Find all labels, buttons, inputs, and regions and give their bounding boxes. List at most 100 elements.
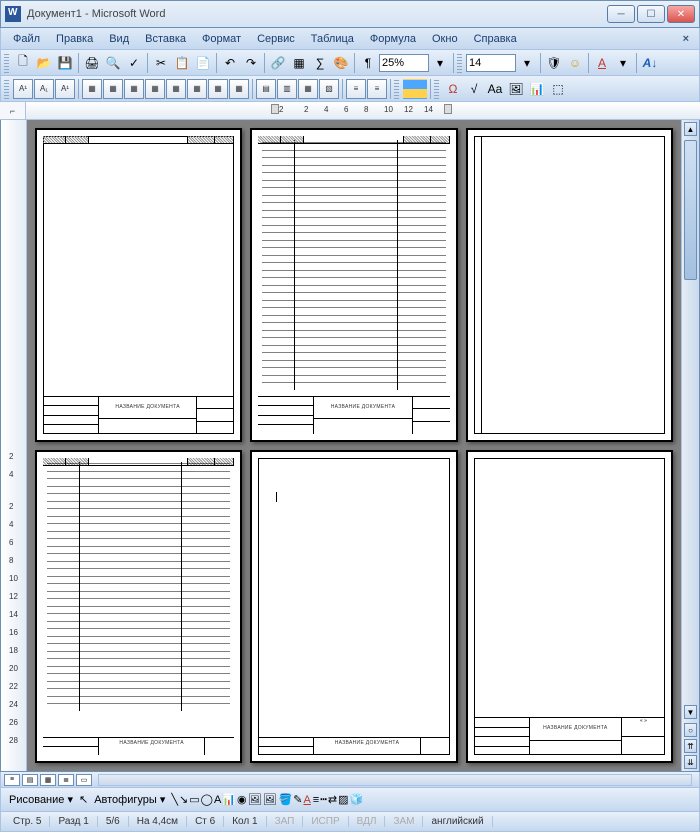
flag-icon[interactable] xyxy=(403,79,427,99)
toolbar-grip[interactable] xyxy=(394,79,399,99)
toolbar-grip[interactable] xyxy=(457,53,462,73)
toolbar-grip[interactable] xyxy=(434,79,439,99)
oval-icon[interactable]: ◯ xyxy=(201,793,213,806)
picture-icon[interactable]: 🖼 xyxy=(506,79,526,99)
dash-style-icon[interactable]: ┅ xyxy=(320,793,327,806)
open-icon[interactable]: 📂 xyxy=(34,53,54,73)
select-arrow-icon[interactable]: ↖ xyxy=(79,793,88,806)
print-icon[interactable]: 🖨 xyxy=(82,53,102,73)
paste-icon[interactable]: 📄 xyxy=(193,53,213,73)
menu-view[interactable]: Вид xyxy=(101,31,137,47)
menu-window[interactable]: Окно xyxy=(424,31,466,47)
maximize-button[interactable]: ☐ xyxy=(637,5,665,23)
reading-view-button[interactable]: ▭ xyxy=(76,774,92,786)
scroll-down-icon[interactable]: ▼ xyxy=(684,705,697,719)
print-view-button[interactable]: ▦ xyxy=(40,774,56,786)
page-thumbnail[interactable]: НАЗВАНИЕ ДОКУМЕНТА xyxy=(250,128,457,442)
copy-icon[interactable]: 📋 xyxy=(172,53,192,73)
align-button[interactable]: ≡ xyxy=(346,79,366,99)
line-color-icon[interactable]: ✎ xyxy=(293,793,302,806)
sqrt-icon[interactable]: √ xyxy=(464,79,484,99)
drawing-menu[interactable]: Рисование ▾ xyxy=(5,793,77,806)
picture-icon[interactable]: 🖼 xyxy=(263,793,277,806)
horizontal-scrollbar[interactable] xyxy=(98,774,692,786)
autoshapes-menu[interactable]: Автофигуры ▾ xyxy=(90,793,169,806)
omega-icon[interactable]: Ω xyxy=(443,79,463,99)
subscript-button[interactable]: A₁ xyxy=(34,79,54,99)
palette-icon[interactable]: 🎨 xyxy=(331,53,351,73)
border-button[interactable]: ▦ xyxy=(82,79,102,99)
indent-marker[interactable] xyxy=(271,104,279,114)
menu-formula[interactable]: Формула xyxy=(362,31,424,47)
superscript-button[interactable]: A¹ xyxy=(13,79,33,99)
font-color-icon[interactable]: A xyxy=(303,794,310,806)
status-ext[interactable]: ВДЛ xyxy=(349,816,386,827)
next-page-icon[interactable]: ⇊ xyxy=(684,755,697,769)
minimize-button[interactable]: ─ xyxy=(607,5,635,23)
menu-edit[interactable]: Правка xyxy=(48,31,101,47)
new-icon[interactable]: 🗋 xyxy=(13,53,33,73)
outline-view-button[interactable]: ≣ xyxy=(58,774,74,786)
fontsize-dropdown-icon[interactable]: ▾ xyxy=(517,53,537,73)
table-style-button[interactable]: ▤ xyxy=(256,79,276,99)
cut-icon[interactable]: ✂ xyxy=(151,53,171,73)
menu-format[interactable]: Формат xyxy=(194,31,249,47)
menu-file[interactable]: Файл xyxy=(5,31,48,47)
table-style-button[interactable]: ▧ xyxy=(319,79,339,99)
vertical-ruler[interactable]: 2 4 2 4 6 8 10 12 14 16 18 20 22 24 26 2… xyxy=(1,120,27,771)
document-view[interactable]: НАЗВАНИЕ ДОКУМЕНТА НАЗВАНИЕ ДОКУМЕНТА xyxy=(27,120,681,771)
border-button[interactable]: ▦ xyxy=(187,79,207,99)
line-icon[interactable]: ╲ xyxy=(171,793,178,806)
border-button[interactable]: ▦ xyxy=(103,79,123,99)
status-ovr[interactable]: ЗАМ xyxy=(385,816,423,827)
normal-view-button[interactable]: ≡ xyxy=(4,774,20,786)
font-color-dropdown-icon[interactable]: ▾ xyxy=(613,53,633,73)
shield-icon[interactable]: 🛡 xyxy=(544,53,564,73)
page-thumbnail[interactable] xyxy=(466,128,673,442)
menu-table[interactable]: Таблица xyxy=(303,31,362,47)
border-button[interactable]: ▦ xyxy=(145,79,165,99)
smiley-icon[interactable]: ☺ xyxy=(565,53,585,73)
horizontal-ruler[interactable]: 2 2 4 6 8 10 12 14 xyxy=(26,102,700,119)
diagram-icon[interactable]: ◉ xyxy=(237,793,247,806)
browse-object-icon[interactable]: ○ xyxy=(684,723,697,737)
letter-icon[interactable]: Aа xyxy=(485,79,505,99)
border-button[interactable]: ▦ xyxy=(208,79,228,99)
field-icon[interactable]: ⬚ xyxy=(548,79,568,99)
align-button[interactable]: ≡ xyxy=(367,79,387,99)
vertical-scrollbar[interactable]: ▲ ▼ ○ ⇈ ⇊ xyxy=(681,120,699,771)
normal-button[interactable]: A¹ xyxy=(55,79,75,99)
page-thumbnail[interactable]: НАЗВАНИЕ ДОКУМЕНТА xyxy=(35,450,242,764)
border-button[interactable]: ▦ xyxy=(124,79,144,99)
zoom-dropdown-icon[interactable]: ▾ xyxy=(430,53,450,73)
preview-icon[interactable]: 🔍 xyxy=(103,53,123,73)
mdi-close-button[interactable]: × xyxy=(677,33,695,45)
border-button[interactable]: ▦ xyxy=(166,79,186,99)
line-style-icon[interactable]: ≡ xyxy=(313,794,319,806)
clipart-icon[interactable]: 🖼 xyxy=(248,793,262,806)
calc-icon[interactable]: ∑ xyxy=(310,53,330,73)
paragraph-icon[interactable]: ¶ xyxy=(358,53,378,73)
scroll-thumb[interactable] xyxy=(684,140,697,280)
menu-help[interactable]: Справка xyxy=(466,31,525,47)
prev-page-icon[interactable]: ⇈ xyxy=(684,739,697,753)
save-icon[interactable]: 💾 xyxy=(55,53,75,73)
fontsize-combo[interactable] xyxy=(466,54,516,72)
shadow-icon[interactable]: ▨ xyxy=(338,793,348,806)
menu-tools[interactable]: Сервис xyxy=(249,31,303,47)
status-trk[interactable]: ИСПР xyxy=(303,816,348,827)
scroll-up-icon[interactable]: ▲ xyxy=(684,122,697,136)
close-button[interactable]: ✕ xyxy=(667,5,695,23)
page-thumbnail[interactable]: НАЗВАНИЕ ДОКУМЕНТА xyxy=(35,128,242,442)
chart-icon[interactable]: 📊 xyxy=(527,79,547,99)
indent-marker[interactable] xyxy=(444,104,452,114)
status-rec[interactable]: ЗАП xyxy=(267,816,304,827)
fill-color-icon[interactable]: 🪣 xyxy=(279,793,293,806)
undo-icon[interactable]: ↶ xyxy=(220,53,240,73)
toolbar-grip[interactable] xyxy=(4,53,9,73)
table-style-button[interactable]: ▥ xyxy=(277,79,297,99)
page-thumbnail[interactable]: НАЗВАНИЕ ДОКУМЕНТА « » xyxy=(466,450,673,764)
page-thumbnail[interactable]: НАЗВАНИЕ ДОКУМЕНТА xyxy=(250,450,457,764)
redo-icon[interactable]: ↷ xyxy=(241,53,261,73)
arrow-icon[interactable]: ↘ xyxy=(179,793,188,806)
